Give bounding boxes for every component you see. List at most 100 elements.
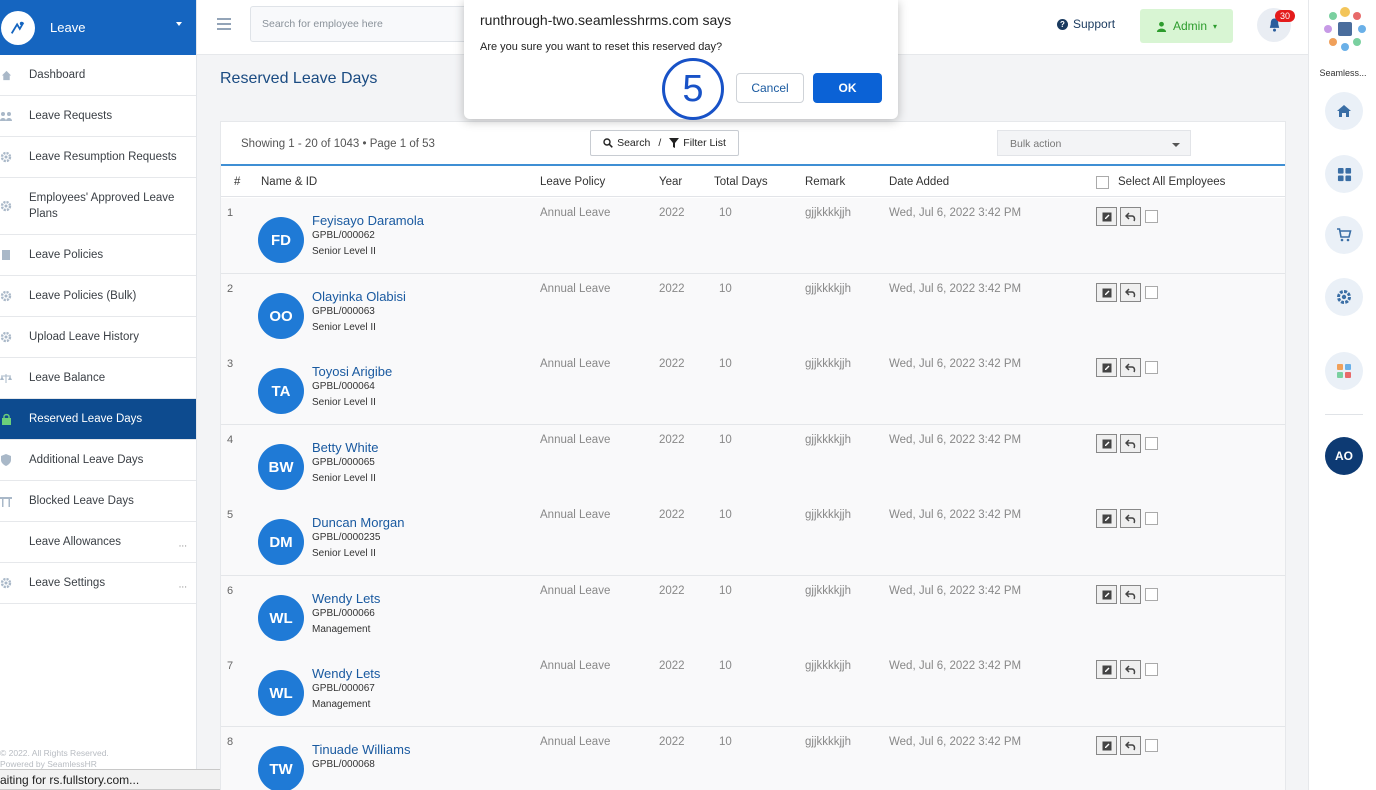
total-days: 10 [719,207,732,219]
help-icon: ? [1057,18,1068,30]
employee-name-link[interactable]: Betty White [312,440,378,455]
date-added: Wed, Jul 6, 2022 3:42 PM [889,358,1022,370]
total-days: 10 [719,358,732,370]
edit-icon[interactable] [1096,660,1117,679]
sidebar-item-upload-leave-history[interactable]: Upload Leave History [0,317,196,358]
step-number-annotation: 5 [662,58,724,120]
date-added: Wed, Jul 6, 2022 3:42 PM [889,509,1022,521]
edit-icon[interactable] [1096,283,1117,302]
more-icon[interactable]: ... [179,580,187,591]
sidebar-item-dashboard[interactable]: Dashboard [0,55,196,96]
filter-icon [669,138,680,148]
year: 2022 [659,660,685,672]
row-checkbox[interactable] [1145,512,1158,525]
sidebar-item-leave-resumption-requests[interactable]: Leave Resumption Requests [0,137,196,178]
apps-grid-icon[interactable] [1321,5,1369,55]
row-checkbox[interactable] [1145,739,1158,752]
users-icon [0,110,12,122]
grid-icon [1337,167,1351,181]
reset-icon[interactable] [1120,509,1141,528]
leave-policy: Annual Leave [540,736,611,748]
reset-icon[interactable] [1120,358,1141,377]
cart-icon [1337,228,1352,242]
employee-search-input[interactable]: Search for employee here [250,6,480,42]
employee-name-link[interactable]: Toyosi Arigibe [312,364,392,379]
user-avatar[interactable]: AO [1325,437,1363,475]
select-all-checkbox[interactable] [1096,176,1109,189]
reset-icon[interactable] [1120,736,1141,755]
leave-policy: Annual Leave [540,358,611,370]
reset-icon[interactable] [1120,434,1141,453]
table-row: 1 FD Feyisayo Daramola GPBL/000062 Senior Le… [221,198,1285,274]
edit-icon[interactable] [1096,736,1117,755]
sidebar-item-blocked-leave-days[interactable]: Blocked Leave Days [0,481,196,522]
more-icon[interactable]: ... [179,539,187,550]
row-checkbox[interactable] [1145,663,1158,676]
employee-name-link[interactable]: Wendy Lets [312,591,380,606]
edit-icon[interactable] [1096,509,1117,528]
row-number: 5 [227,509,234,521]
sidebar-item-additional-leave-days[interactable]: Additional Leave Days [0,440,196,481]
sidebar-item-leave-balance[interactable]: Leave Balance [0,358,196,399]
support-link[interactable]: ? Support [1057,17,1115,31]
row-number: 3 [227,358,234,370]
employee-name-link[interactable]: Feyisayo Daramola [312,213,424,228]
bulk-action-select[interactable]: Bulk action [997,130,1191,156]
admin-label: Admin [1172,19,1207,33]
employee-level: Management [312,624,371,635]
sidebar-item-leave-requests[interactable]: Leave Requests [0,96,196,137]
row-number: 6 [227,585,234,597]
sidebar-item-leave-policies[interactable]: Leave Policies [0,235,196,276]
employee-level: Management [312,699,371,710]
module-switcher[interactable]: Leave [0,0,196,55]
edit-icon[interactable] [1096,358,1117,377]
reset-icon[interactable] [1120,283,1141,302]
sidebar-item-label: Reserved Leave Days [29,413,143,425]
sidebar-item-leave-settings[interactable]: Leave Settings... [0,563,196,604]
table-toolbar: Showing 1 - 20 of 1043 • Page 1 of 53 Se… [221,122,1285,166]
ok-button[interactable]: OK [813,73,882,103]
table-row: 3 TA Toyosi Arigibe GPBL/000064 Senior Level… [221,349,1285,425]
reset-icon[interactable] [1120,660,1141,679]
row-actions [1096,207,1158,226]
row-checkbox[interactable] [1145,437,1158,450]
sidebar-item-label: Leave Settings [29,577,106,589]
sidebar-item-reserved-leave-days[interactable]: Reserved Leave Days [0,399,196,440]
sidebar-item-label: Blocked Leave Days [29,495,134,507]
employee-name-link[interactable]: Duncan Morgan [312,515,405,530]
row-checkbox[interactable] [1145,361,1158,374]
rail-settings-button[interactable] [1325,278,1363,316]
sidebar-item-label: Leave Resumption Requests [29,151,177,163]
table-row: 2 OO Olayinka Olabisi GPBL/000063 Senior Lev… [221,274,1285,350]
employee-name-link[interactable]: Olayinka Olabisi [312,289,406,304]
rail-marketplace-button[interactable] [1325,216,1363,254]
total-days: 10 [719,509,732,521]
sidebar-item-leave-allowances[interactable]: Leave Allowances... [0,522,196,563]
edit-icon[interactable] [1096,585,1117,604]
rail-divider [1325,414,1363,415]
menu-toggle-icon[interactable] [217,18,231,30]
employee-name-link[interactable]: Wendy Lets [312,666,380,681]
edit-icon[interactable] [1096,207,1117,226]
reset-icon[interactable] [1120,585,1141,604]
employee-level: Senior Level II [312,473,376,484]
rail-home-button[interactable] [1325,92,1363,130]
module-logo-icon [1,10,35,45]
edit-icon[interactable] [1096,434,1117,453]
row-checkbox[interactable] [1145,210,1158,223]
sidebar-item-employees-approved-leave-plans[interactable]: Employees' Approved Leave Plans [0,178,196,235]
sidebar-item-leave-policies-bulk[interactable]: Leave Policies (Bulk) [0,276,196,317]
employee-name-link[interactable]: Tinuade Williams [312,742,411,757]
total-days: 10 [719,283,732,295]
rail-dashboard-button[interactable] [1325,155,1363,193]
row-checkbox[interactable] [1145,588,1158,601]
cancel-button[interactable]: Cancel [736,73,804,103]
total-days: 10 [719,660,732,672]
chevron-down-icon [1172,143,1180,147]
row-checkbox[interactable] [1145,286,1158,299]
reset-icon[interactable] [1120,207,1141,226]
admin-menu-button[interactable]: Admin ▾ [1140,9,1233,43]
search-filter-button[interactable]: Search / Filter List [590,130,739,156]
rail-apps-button[interactable] [1325,352,1363,390]
row-actions [1096,585,1158,604]
